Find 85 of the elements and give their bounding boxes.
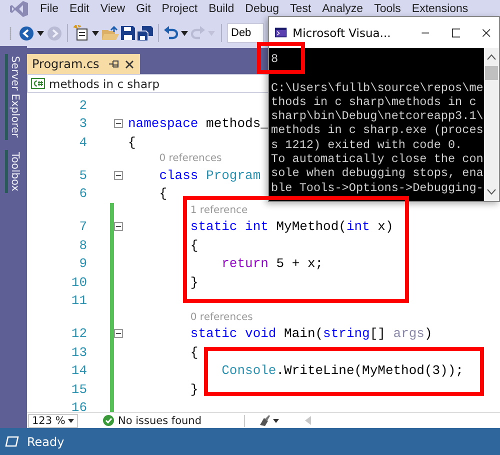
scroll-up-icon[interactable] [487,54,496,60]
scroll-down-icon[interactable] [487,189,496,195]
save-icon[interactable] [121,26,135,40]
line-number: 11 [71,293,87,308]
logo-icon [10,1,28,17]
line-number: 7 [79,219,87,234]
console-output: 8 [271,52,280,66]
line-number: 6 [79,186,87,202]
line-number: 15 [71,382,87,397]
status-icon [5,436,19,447]
console-line: s 1212) exited with code 0. [271,138,464,152]
line-number: 16 [71,400,87,412]
menu-item[interactable]: View [100,3,126,15]
menu-item[interactable]: Extensions [412,3,468,15]
caret-icon[interactable] [181,30,188,36]
code-line: } [189,274,198,290]
code-line: Console.WriteLine(MyMethod(3)); [220,363,464,378]
code-line: { [158,186,168,202]
console-line: ble Tools->Options->Debugging- [271,180,484,195]
window-title: Microsoft Visua... [292,26,391,40]
code-line: static int MyMethod(int x) [189,219,394,234]
line-number: 2 [79,98,87,113]
line-number: 10 [71,274,87,290]
console-line: To automatically close the con [271,152,484,166]
status-text: Ready [27,434,64,448]
brush-icon[interactable] [258,414,278,426]
maximize-icon[interactable] [452,26,460,38]
highlight-frame [257,42,305,74]
console-line: C:\Users\fullb\source\repos\me [271,80,484,95]
line-number: 12 [71,326,87,342]
menu-item[interactable]: Analyze [322,3,364,15]
configuration-dropdown[interactable]: Deb [227,23,264,43]
console-line: sole when debugging stops, ena [271,166,484,181]
csharp-file-icon [31,78,45,89]
line-number: 5 [79,168,87,183]
code-line: { [189,344,198,360]
console-icon [275,26,287,39]
menu-item[interactable]: Edit [70,3,90,15]
menu-item[interactable]: File [40,3,59,15]
caret-icon[interactable] [37,30,44,36]
menu-item[interactable]: Git [136,3,151,15]
collapse-icon[interactable] [114,170,123,180]
line-number: 4 [79,134,87,150]
side-tab[interactable]: Toolbox [5,150,22,193]
line-number: 8 [79,238,87,253]
collapse-icon[interactable] [114,119,123,128]
line-number: 14 [71,363,87,378]
line-number: 3 [79,116,87,132]
side-tab[interactable]: Server Explorer [5,54,22,140]
new-item-icon[interactable] [73,25,89,41]
menu-item[interactable]: Debug [245,3,280,15]
code-line: class Program [158,168,261,183]
save-all-icon[interactable] [137,26,153,40]
caret-icon[interactable] [68,418,74,422]
line-number: 13 [71,344,87,360]
menu-item[interactable]: Build [208,3,234,15]
collapse-icon[interactable] [114,329,123,338]
collapse-icon[interactable] [114,222,123,232]
menu-item[interactable]: Tools [374,3,401,15]
pin-icon[interactable] [109,60,120,68]
folder-icon[interactable] [102,26,119,40]
menu-item[interactable]: Test [290,3,312,15]
close-icon[interactable] [125,60,134,68]
console-line: thods in c sharp\methods in c [271,94,478,110]
zoom-dropdown[interactable]: 123 % [28,414,78,428]
project-dropdown[interactable]: methods in c sharp [49,76,160,90]
tab-title: Program.cs [32,57,100,71]
close-icon[interactable] [482,26,491,38]
console-line: methods in c sharp.exe (proces [271,123,484,138]
document-tab[interactable]: Program.cs [27,54,140,74]
caret-icon[interactable] [92,30,99,36]
code-line: namespace methods_ [128,116,268,132]
code-line: { [189,238,198,253]
code-line: return 5 + x; [220,256,324,272]
code-line: } [189,382,198,397]
grip-icon [8,26,13,40]
undo-icon[interactable] [164,26,178,40]
line-number: 9 [79,256,87,272]
console-line: sharp\bin\Debug\netcoreapp3.1\ [271,109,484,124]
menu-item[interactable]: Project [162,3,198,15]
back-icon[interactable] [19,26,34,40]
code-line: { [128,134,136,150]
issues-status[interactable]: No issues found [118,414,202,426]
code-line: static void Main(string[] args) [189,326,432,342]
scroll-thumb[interactable] [485,66,498,80]
